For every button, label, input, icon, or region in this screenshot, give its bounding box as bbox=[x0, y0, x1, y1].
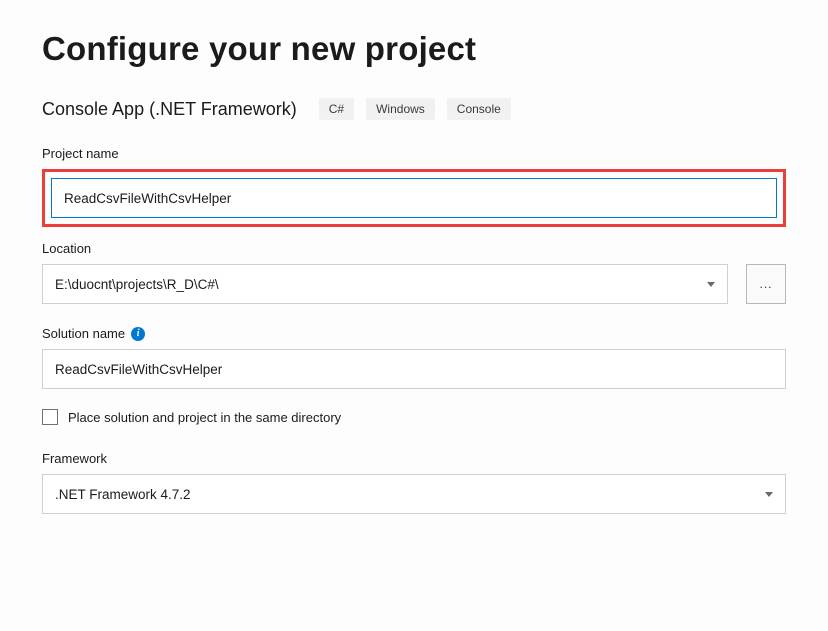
template-name: Console App (.NET Framework) bbox=[42, 99, 297, 120]
location-section: Location E:\duocnt\projects\R_D\C#\ ... bbox=[42, 241, 786, 304]
solution-name-section: Solution name i bbox=[42, 326, 786, 389]
template-row: Console App (.NET Framework) C# Windows … bbox=[42, 98, 786, 120]
solution-name-input[interactable] bbox=[42, 349, 786, 389]
project-name-input[interactable] bbox=[51, 178, 777, 218]
framework-section: Framework .NET Framework 4.7.2 bbox=[42, 451, 786, 514]
page-title: Configure your new project bbox=[42, 30, 786, 68]
solution-name-label-text: Solution name bbox=[42, 326, 125, 341]
chevron-down-icon bbox=[707, 282, 715, 287]
framework-dropdown[interactable]: .NET Framework 4.7.2 bbox=[42, 474, 786, 514]
framework-value: .NET Framework 4.7.2 bbox=[55, 487, 757, 502]
same-directory-checkbox[interactable] bbox=[42, 409, 58, 425]
location-value: E:\duocnt\projects\R_D\C#\ bbox=[55, 277, 699, 292]
location-dropdown[interactable]: E:\duocnt\projects\R_D\C#\ bbox=[42, 264, 728, 304]
same-directory-label: Place solution and project in the same d… bbox=[68, 410, 341, 425]
chevron-down-icon bbox=[765, 492, 773, 497]
same-directory-row: Place solution and project in the same d… bbox=[42, 409, 786, 425]
tag-platform: Windows bbox=[366, 98, 435, 120]
framework-label: Framework bbox=[42, 451, 786, 466]
project-name-label: Project name bbox=[42, 146, 786, 161]
location-label: Location bbox=[42, 241, 786, 256]
tag-type: Console bbox=[447, 98, 511, 120]
tag-language: C# bbox=[319, 98, 354, 120]
browse-button[interactable]: ... bbox=[746, 264, 786, 304]
info-icon[interactable]: i bbox=[131, 327, 145, 341]
solution-name-label: Solution name i bbox=[42, 326, 786, 341]
project-name-highlight bbox=[42, 169, 786, 227]
project-name-section: Project name bbox=[42, 146, 786, 227]
